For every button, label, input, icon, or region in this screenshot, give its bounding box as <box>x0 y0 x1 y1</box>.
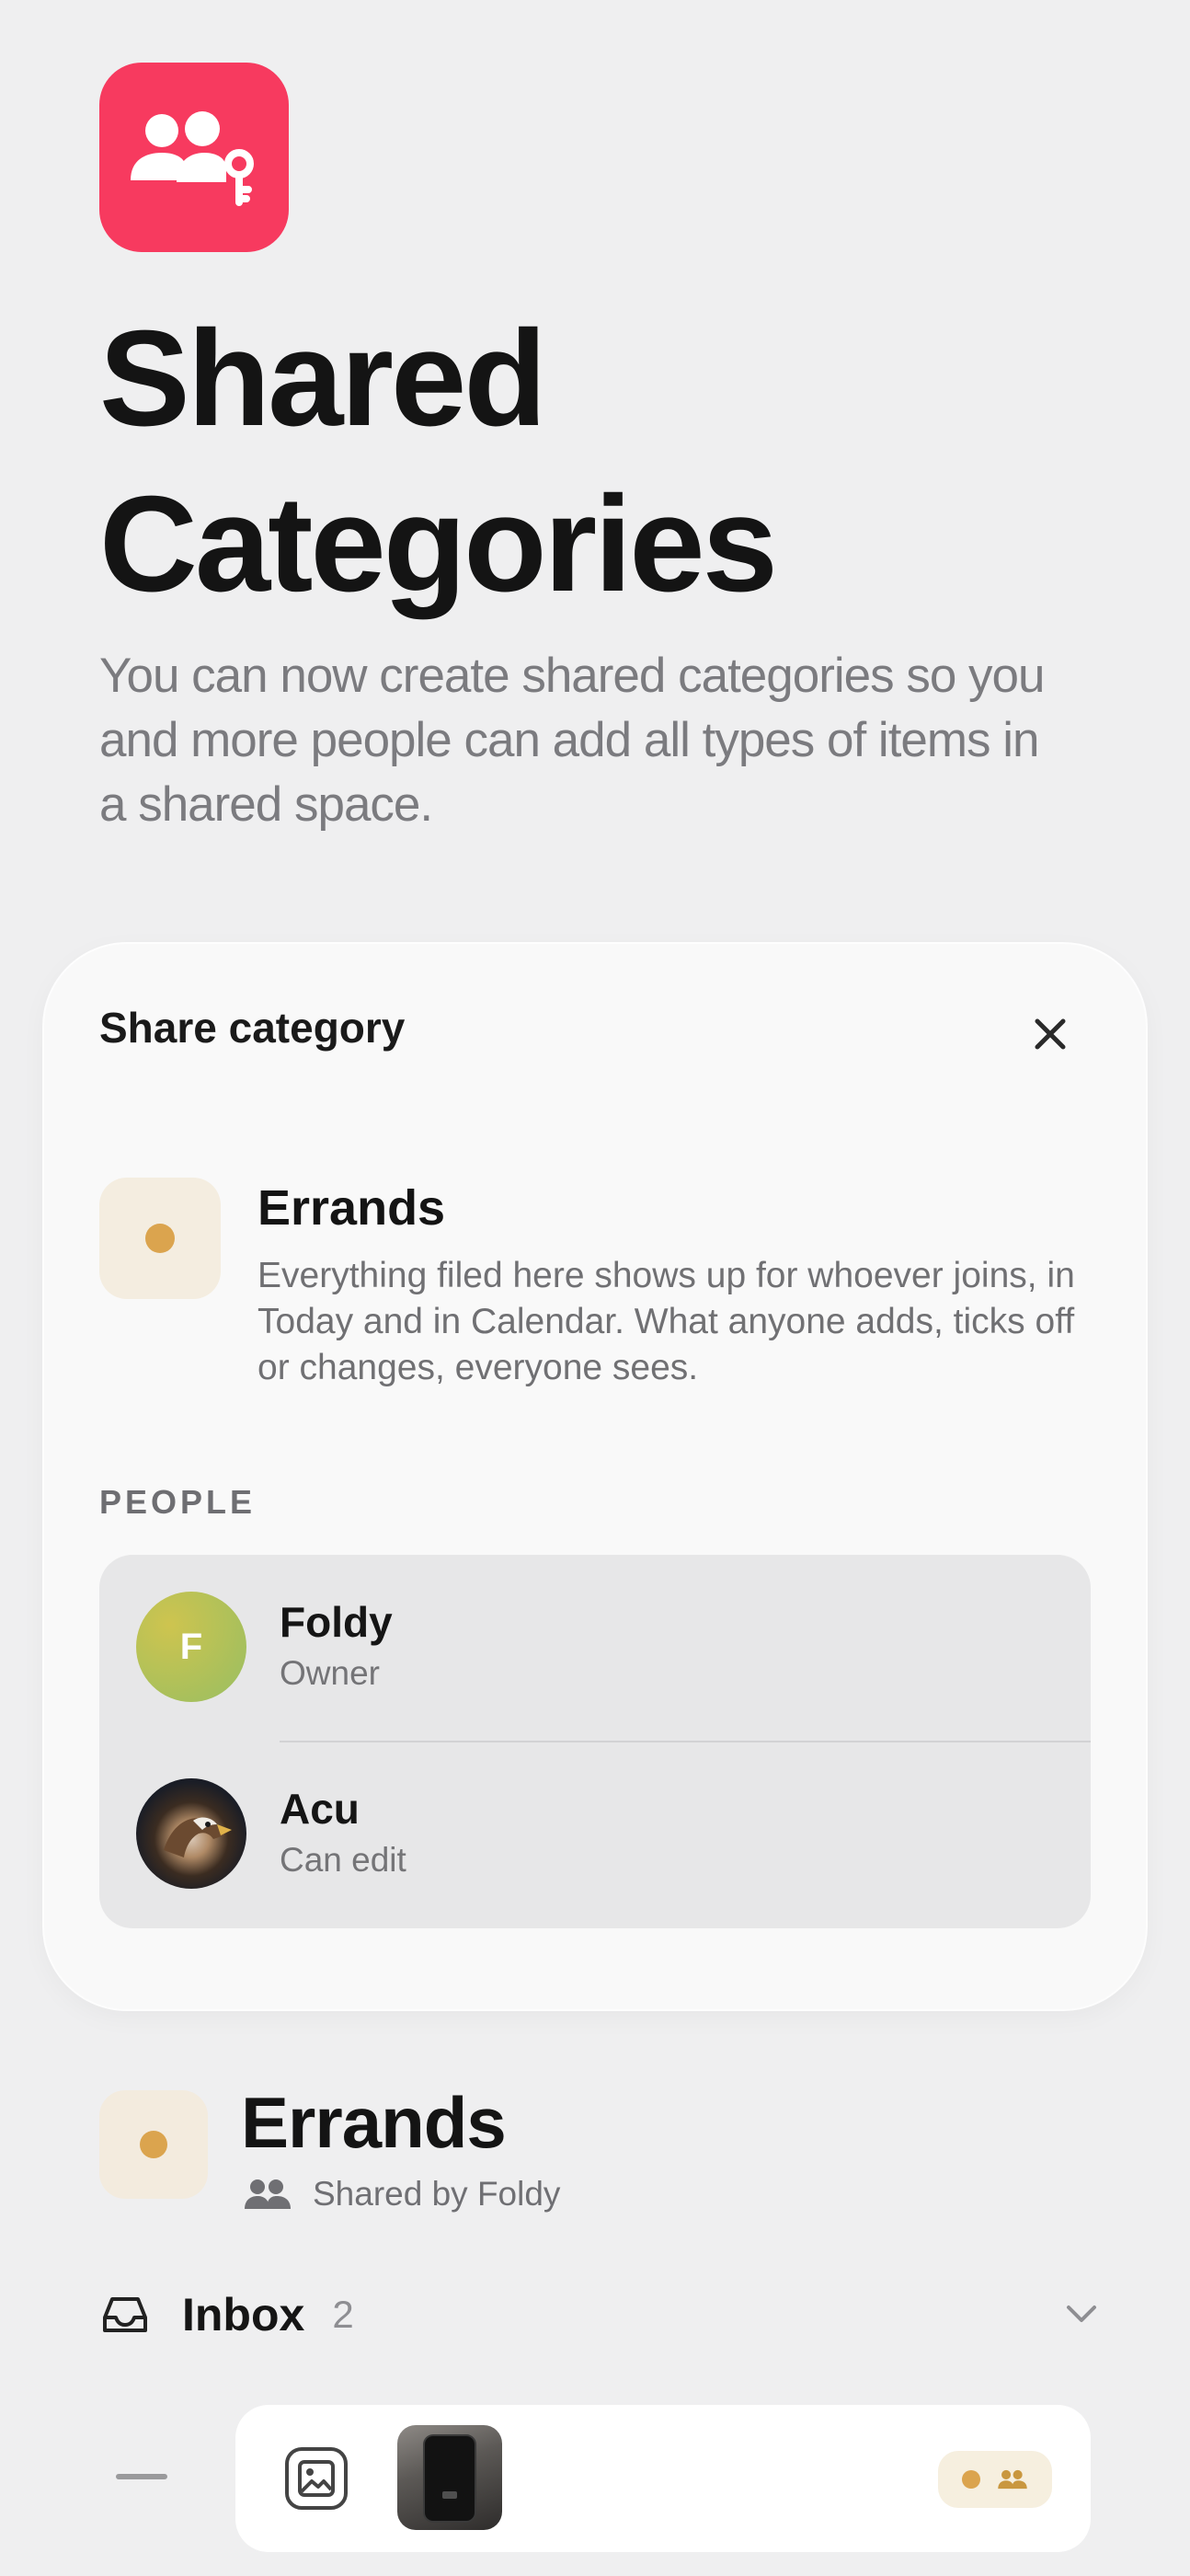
photo-thumbnail[interactable] <box>397 2425 502 2530</box>
person-row-foldy[interactable]: F Foldy Owner <box>99 1555 1091 1742</box>
hero-title-line1: Shared <box>99 303 547 454</box>
category-description: Everything filed here shows up for whoev… <box>257 1256 1075 1387</box>
person-name: Foldy <box>280 1598 393 1646</box>
inbox-section-header[interactable]: Inbox 2 <box>99 2280 1102 2350</box>
shared-by-text: Shared by Foldy <box>313 2175 561 2213</box>
inbox-item-card[interactable] <box>235 2405 1091 2552</box>
person-role: Can edit <box>280 1841 406 1879</box>
people-list: F Foldy Owner Acu Can edit <box>99 1555 1091 1928</box>
avatar <box>136 1778 246 1889</box>
close-icon <box>1035 1018 1066 1050</box>
image-icon <box>285 2447 348 2510</box>
category-color-tile <box>99 1178 221 1299</box>
person-row-acu[interactable]: Acu Can edit <box>99 1742 1091 1928</box>
phone-photo <box>425 2436 475 2521</box>
inbox-label: Inbox <box>182 2289 305 2340</box>
category-color-tile <box>99 2090 208 2199</box>
category-color-dot <box>145 1224 175 1253</box>
people-section-label: PEOPLE <box>99 1483 257 1521</box>
person-role: Owner <box>280 1654 380 1692</box>
drag-handle[interactable] <box>116 2474 167 2479</box>
inbox-tray-icon <box>103 2297 147 2332</box>
eagle-photo-avatar <box>164 1817 232 1857</box>
chevron-down-icon[interactable] <box>1061 2294 1102 2335</box>
sheet-title: Share category <box>99 1004 406 1052</box>
hero-title: Shared Categories <box>99 296 1111 627</box>
shared-category-badge <box>938 2451 1052 2508</box>
hero-title-line2: Categories <box>99 468 778 620</box>
close-button[interactable] <box>1024 1008 1076 1060</box>
shared-by-row: Shared by Foldy <box>243 2175 560 2214</box>
people-icon <box>245 2179 291 2209</box>
category-title: Errands <box>241 2082 507 2163</box>
hero-description: You can now create shared categories so … <box>99 649 1046 832</box>
shared-categories-app-icon <box>99 63 289 252</box>
avatar: F <box>136 1592 246 1702</box>
person-name: Acu <box>280 1785 360 1833</box>
inbox-count: 2 <box>332 2293 354 2336</box>
people-key-icon <box>131 111 254 206</box>
people-icon <box>998 2469 1027 2490</box>
share-category-sheet: Share category Errands Everything filed … <box>44 944 1146 2009</box>
avatar-initial: F <box>179 1626 203 1667</box>
category-color-dot <box>962 2470 980 2489</box>
category-name: Errands <box>257 1180 446 1236</box>
category-color-dot <box>140 2131 167 2158</box>
